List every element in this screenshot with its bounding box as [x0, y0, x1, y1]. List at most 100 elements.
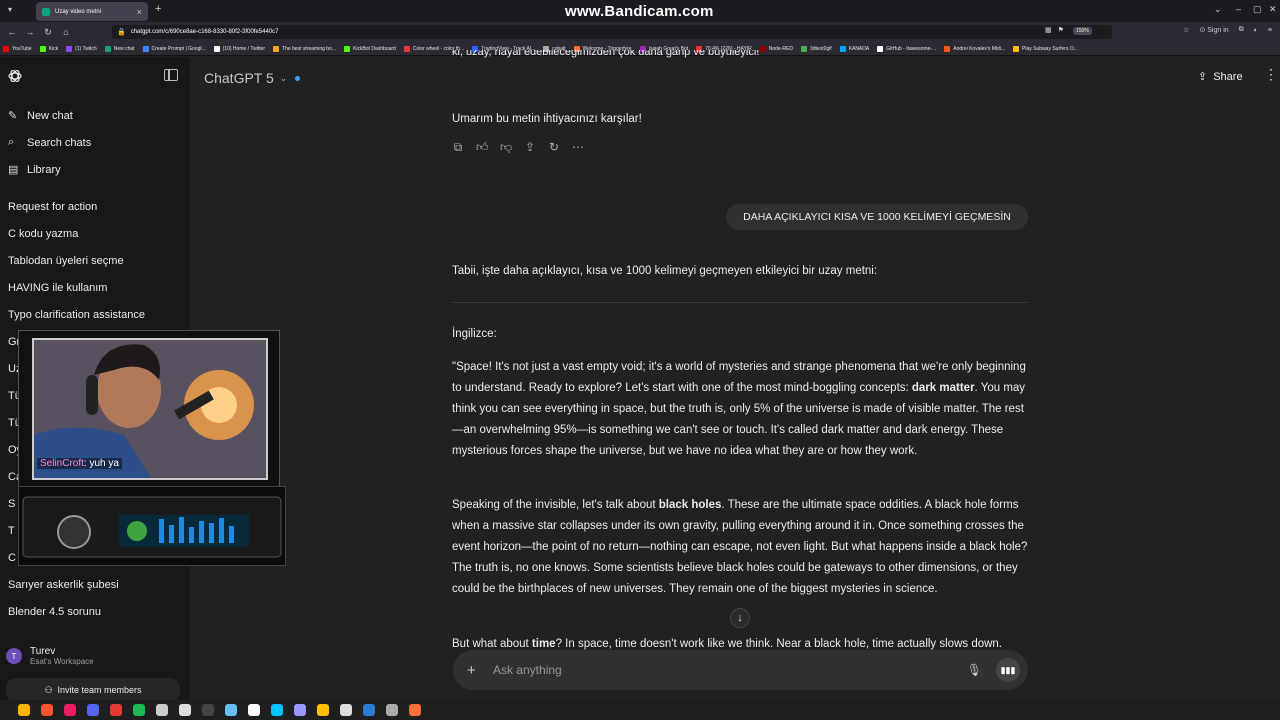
copy-icon[interactable]: ⧉ [452, 140, 464, 155]
bookmark-item[interactable]: KickBot Dashboard [344, 45, 396, 52]
bookmark-item[interactable]: 3dtext2gif [800, 45, 832, 52]
url-text[interactable]: chatgpt.com/c/690ce8ae-c168-8330-80f2-3f… [131, 29, 279, 35]
taskbar-app-icon[interactable] [64, 704, 76, 716]
sidebar-nav-new-chat[interactable]: ✎ New chat [8, 109, 73, 123]
chat-text: : yuh ya [83, 458, 119, 469]
model-selector[interactable]: ChatGPT 5 ⌄ [204, 70, 301, 86]
bookmark-item[interactable]: KANADA [839, 45, 869, 52]
toolbar-right: ☆ ⊙ Sign in ⧉ ◐ ≡ [1183, 26, 1272, 34]
bookmark-item[interactable]: Create Prompt | Googl... [142, 45, 206, 52]
page-action-icons[interactable]: ▦⚑ [1045, 26, 1070, 34]
plus-icon[interactable]: + [467, 662, 481, 679]
taskbar-app-icon[interactable] [363, 704, 375, 716]
bookmark-item[interactable]: Andrei Kovalev's Midi... [944, 45, 1006, 52]
sidebar-nav-label: Library [27, 163, 61, 176]
star-icon[interactable]: ☆ [1183, 26, 1189, 34]
extensions-icon[interactable]: ⧉ [1239, 26, 1244, 34]
close-window-icon[interactable]: ✕ [1269, 4, 1277, 15]
taskbar-app-icon[interactable] [41, 704, 53, 716]
bookmark-item[interactable]: Node-RED [759, 45, 793, 52]
taskbar-app-icon[interactable] [317, 704, 329, 716]
prompt-input[interactable]: Ask anything [493, 663, 967, 677]
taskbar-app-icon[interactable] [271, 704, 283, 716]
bookmark-item[interactable]: (1) Twitch [66, 45, 97, 52]
zoom-level[interactable]: 150% [1073, 27, 1092, 35]
bookmark-label: 3dtext2gif [809, 45, 832, 52]
avatar: T [6, 648, 22, 664]
sidebar-nav-search-chats[interactable]: ⌕ Search chats [8, 136, 91, 149]
taskbar-app-icon[interactable] [87, 704, 99, 716]
bookmark-label: Andrei Kovalev's Midi... [953, 45, 1006, 52]
voice-mode-button[interactable]: ▮▮▮ [996, 658, 1020, 682]
sidebar-nav-library[interactable]: ▤ Library [8, 163, 61, 177]
radio-deck-graphic [18, 486, 286, 566]
chevron-down-icon[interactable]: ⌄ [1214, 4, 1222, 15]
thumbs-down-icon[interactable]: 👎︎ [500, 140, 512, 155]
taskbar-app-icon[interactable] [133, 704, 145, 716]
taskbar-app-icon[interactable] [294, 704, 306, 716]
browser-nav-bar: ← → ↻ ⌂ 🔒 chatgpt.com/c/690ce8ae-c168-83… [0, 22, 1280, 42]
microphone-icon[interactable]: 🎙︎ [967, 663, 982, 677]
sidebar-chat-item[interactable]: C [8, 552, 16, 564]
bookmark-item[interactable]: New chat [104, 45, 135, 52]
sign-in-button[interactable]: ⊙ Sign in [1199, 26, 1228, 34]
sidebar-chat-item[interactable]: Blender 4.5 sorunu [8, 606, 101, 618]
taskbar-app-icon[interactable] [156, 704, 168, 716]
regenerate-icon[interactable]: ↻ [548, 140, 560, 155]
taskbar-app-icon[interactable] [18, 704, 30, 716]
account-icon[interactable]: ◐ [1254, 27, 1258, 34]
minimize-icon[interactable]: – [1236, 4, 1241, 14]
taskbar-app-icon[interactable] [409, 704, 421, 716]
address-bar[interactable]: 🔒 chatgpt.com/c/690ce8ae-c168-8330-80f2-… [112, 25, 1112, 39]
browser-tab[interactable]: Uzay video metni × [36, 2, 148, 21]
taskbar-app-icon[interactable] [248, 704, 260, 716]
more-options-icon[interactable]: ⋮ [1264, 66, 1278, 83]
taskbar-app-icon[interactable] [179, 704, 191, 716]
sidebar-chat-item[interactable]: S [8, 498, 15, 510]
more-icon[interactable]: ⋯ [572, 140, 584, 155]
bold-term: time [531, 638, 556, 650]
bookmark-favicon-icon [104, 45, 111, 52]
sidebar-nav-label: Search chats [27, 136, 92, 149]
sidebar-chat-item[interactable]: HAVING ile kullanım [8, 282, 107, 294]
bookmark-item[interactable]: The best streaming bo... [273, 45, 336, 52]
sidebar-chat-item[interactable]: T [8, 525, 15, 537]
reload-icon[interactable]: ↻ [42, 27, 54, 38]
forward-icon[interactable]: → [24, 27, 36, 37]
taskbar-app-icon[interactable] [225, 704, 237, 716]
waveform-icon: ▮▮▮ [1000, 664, 1016, 675]
bookmark-item[interactable]: GitHub - Itawesome-... [877, 45, 936, 52]
home-icon[interactable]: ⌂ [60, 27, 72, 37]
share-button[interactable]: ⇪ Share [1198, 70, 1243, 84]
paragraph-dark-matter: "Space! It's not just a vast empty void;… [452, 357, 1030, 462]
menu-icon[interactable]: ≡ [1268, 27, 1272, 34]
user-profile[interactable]: T Turev Esat's Workspace [6, 646, 94, 666]
scroll-down-button[interactable]: ↓ [730, 608, 750, 628]
bookmark-item[interactable]: YouTube [3, 45, 32, 52]
taskbar-app-icon[interactable] [110, 704, 122, 716]
bookmark-item[interactable]: (10) Home / Twitter [213, 45, 265, 52]
sidebar-chat-item[interactable]: Request for action [8, 201, 97, 213]
thumbs-up-icon[interactable]: 👍︎ [476, 140, 489, 155]
sidebar-chat-item[interactable]: Typo clarification assistance [8, 309, 145, 321]
maximize-icon[interactable]: ▢ [1253, 4, 1262, 15]
new-tab-icon[interactable]: + [155, 3, 161, 15]
close-tab-icon[interactable]: × [137, 7, 142, 17]
sidebar-nav-label: New chat [27, 109, 73, 122]
collapse-sidebar-icon[interactable] [164, 69, 178, 81]
openai-logo-icon[interactable] [7, 68, 23, 84]
tab-list-icon[interactable]: ▾ [8, 5, 12, 14]
lock-icon: 🔒 [117, 29, 126, 36]
sidebar-chat-item[interactable]: Tablodan üyeleri seçme [8, 255, 124, 267]
bookmark-item[interactable]: Play Subway Surfers O... [1013, 45, 1078, 52]
bookmark-item[interactable]: Kick [39, 45, 58, 52]
taskbar-app-icon[interactable] [340, 704, 352, 716]
sidebar-chat-item[interactable]: C kodu yazma [8, 228, 78, 240]
new-chat-icon: ✎ [8, 110, 18, 122]
back-icon[interactable]: ← [6, 27, 18, 37]
taskbar-app-icon[interactable] [202, 704, 214, 716]
invite-team-button[interactable]: ⚇ Invite team members [6, 678, 180, 702]
sidebar-chat-item[interactable]: Sarıyer askerlik şubesi [8, 579, 119, 591]
share-icon[interactable]: ⇪ [524, 140, 536, 155]
taskbar-app-icon[interactable] [386, 704, 398, 716]
